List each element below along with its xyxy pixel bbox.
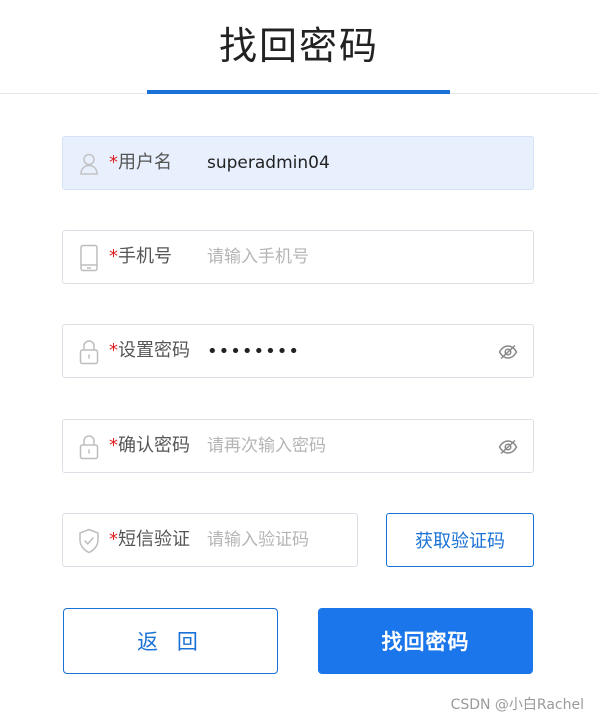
find-password-page: 找回密码 *用户名 *手机号 (0, 0, 598, 722)
sms-code-input[interactable] (207, 524, 347, 556)
lock-icon (77, 433, 101, 461)
eye-off-icon[interactable] (497, 436, 519, 458)
watermark: CSDN @小白Rachel (450, 697, 584, 713)
page-title: 找回密码 (218, 24, 379, 68)
eye-off-icon[interactable] (497, 341, 519, 363)
username-label: *用户名 (109, 152, 172, 173)
phone-field: *手机号 (62, 230, 534, 284)
confirm-password-input[interactable] (207, 430, 487, 462)
phone-input[interactable] (207, 241, 487, 273)
lock-icon (77, 338, 101, 366)
get-code-button[interactable]: 获取验证码 (386, 513, 534, 567)
confirm-password-field: *确认密码 (62, 419, 534, 473)
confirm-password-label: *确认密码 (109, 435, 190, 456)
header: 找回密码 (0, 0, 598, 94)
phone-label: *手机号 (109, 246, 172, 267)
username-field: *用户名 (62, 136, 534, 190)
password-field: *设置密码 (62, 324, 534, 378)
username-input[interactable] (207, 147, 487, 179)
shield-check-icon (77, 527, 101, 555)
find-password-button[interactable]: 找回密码 (318, 608, 533, 674)
phone-icon (77, 244, 101, 272)
password-input[interactable] (207, 335, 487, 367)
sms-code-label: *短信验证 (109, 529, 190, 550)
password-label: *设置密码 (109, 340, 190, 361)
back-button[interactable]: 返 回 (63, 608, 278, 674)
sms-code-field: *短信验证 (62, 513, 358, 567)
user-icon (77, 150, 101, 178)
title-underline (147, 90, 450, 94)
